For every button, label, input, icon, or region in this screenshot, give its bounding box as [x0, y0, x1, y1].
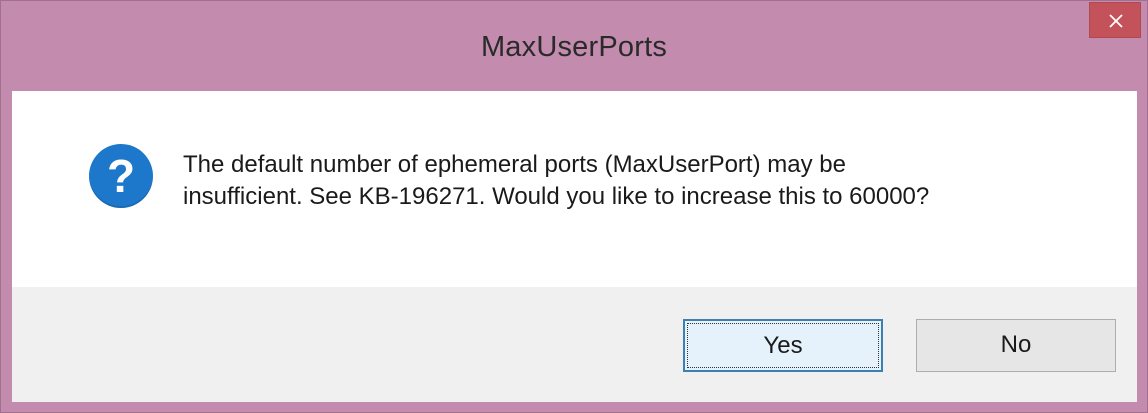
dialog-message: The default number of ephemeral ports (M…: [183, 149, 1103, 213]
no-button[interactable]: No: [916, 319, 1116, 372]
dialog-content: ? The default number of ephemeral ports …: [12, 91, 1137, 287]
question-icon: ?: [89, 144, 153, 208]
title-bar[interactable]: MaxUserPorts: [1, 1, 1147, 91]
window-title: MaxUserPorts: [480, 31, 668, 63]
close-button[interactable]: [1089, 2, 1141, 38]
message-line-2: insufficient. See KB-196271. Would you l…: [183, 183, 930, 210]
yes-button[interactable]: Yes: [683, 319, 883, 372]
close-icon: [1109, 14, 1123, 28]
button-bar: Yes No: [12, 287, 1137, 402]
yes-button-label: Yes: [763, 332, 803, 359]
message-line-1: The default number of ephemeral ports (M…: [183, 151, 846, 178]
dialog-window: MaxUserPorts ? The default number of eph…: [0, 0, 1148, 413]
question-glyph: ?: [106, 150, 136, 202]
no-button-label: No: [1000, 331, 1032, 358]
